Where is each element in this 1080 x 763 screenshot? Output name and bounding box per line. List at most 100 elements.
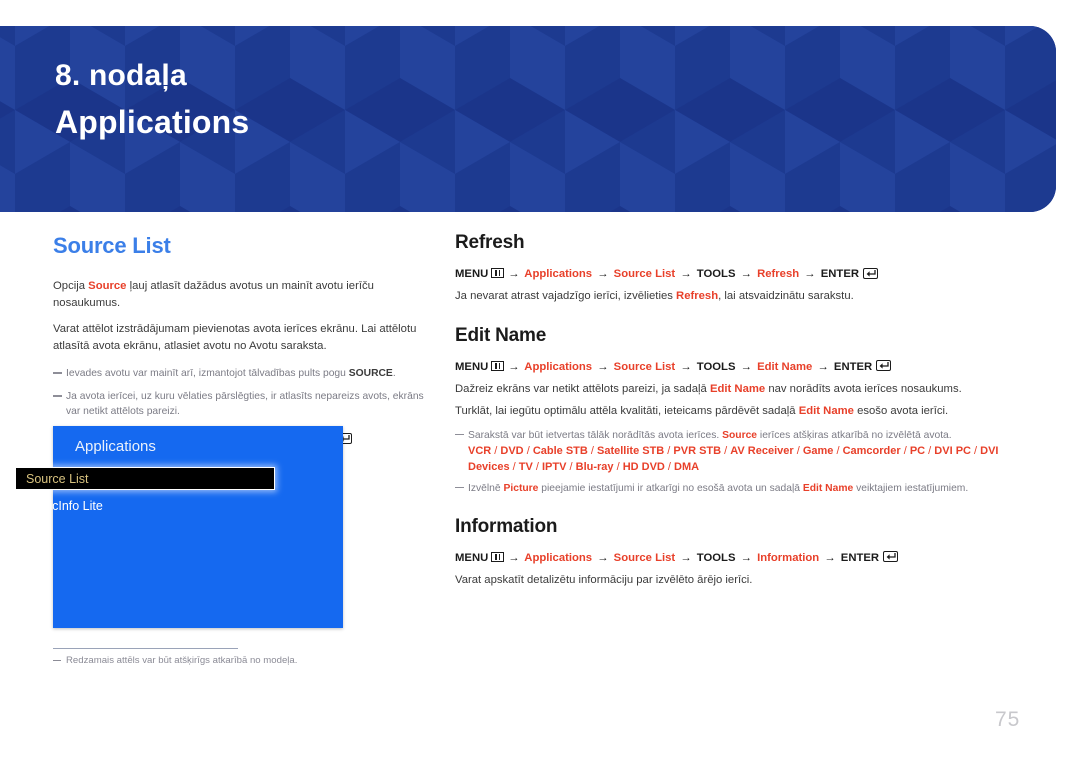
device-type: Satellite STB xyxy=(597,444,665,457)
intro-paragraph-2: Varat attēlot izstrādājumam pievienotas … xyxy=(53,323,417,352)
enter-label: ENTER xyxy=(833,360,873,373)
edit-name-note-1: Sarakstā var būt ietvertas tālāk norādīt… xyxy=(455,428,1030,443)
enter-icon xyxy=(863,267,879,279)
menu-path-item-source-list: Source List xyxy=(613,268,676,280)
refresh-body: Ja nevarat atrast vajadzīgo ierīci, izvē… xyxy=(455,288,1030,305)
menu-path-item-edit-name: Edit Name xyxy=(757,360,813,373)
menu-path-item-source-list: Source List xyxy=(613,551,676,564)
refresh-body-highlight: Refresh xyxy=(676,290,719,302)
arrow-icon: → xyxy=(597,551,609,564)
osd-preview-panel: Applications xyxy=(53,426,343,628)
edit-name-body-1-post: nav norādīts avota ierīces nosaukums. xyxy=(765,382,962,395)
refresh-body-post: , lai atsvaidzinātu sarakstu. xyxy=(718,290,854,302)
device-separator: / xyxy=(721,444,731,457)
arrow-icon: → xyxy=(680,360,692,373)
menu-path-refresh: MENU → Applications → Source List → TOOLS… xyxy=(455,266,1030,283)
device-type: AV Receiver xyxy=(730,444,794,457)
left-note-2: Ja avota ierīcei, uz kuru vēlaties pārsl… xyxy=(53,389,425,419)
device-type: Game xyxy=(802,444,834,457)
device-separator: / xyxy=(925,444,935,457)
device-separator: / xyxy=(664,460,675,473)
enter-icon xyxy=(876,360,892,371)
intro-1-pre: Opcija xyxy=(53,280,89,292)
menu-path-information: MENU → Applications → Source List → TOOLS… xyxy=(455,550,1030,567)
device-type: Blu-ray xyxy=(575,460,614,473)
device-type: DVD xyxy=(500,444,524,457)
arrow-icon: → xyxy=(804,268,816,280)
edit-name-body-1-highlight: Edit Name xyxy=(709,382,766,395)
device-separator: / xyxy=(970,444,981,457)
menu-label: MENU xyxy=(455,268,489,280)
menu-icon xyxy=(491,268,505,278)
edit-name-body-2-highlight: Edit Name xyxy=(798,405,854,417)
intro-paragraph-1: Opcija Source ļauj atlasīt dažādus avotu… xyxy=(53,278,425,311)
menu-path-item-tools: TOOLS xyxy=(696,268,736,280)
left-column: Source List Opcija Source ļauj atlasīt d… xyxy=(53,232,425,448)
menu-path-item-source-list: Source List xyxy=(613,360,676,373)
left-note-1-bold: SOURCE xyxy=(348,368,393,379)
menu-label: MENU xyxy=(455,551,489,564)
device-separator: / xyxy=(613,460,623,473)
left-note-1-post: . xyxy=(392,368,396,379)
device-type: VCR xyxy=(468,444,492,457)
banner-title-block: 8. nodaļa Applications xyxy=(55,56,249,142)
arrow-icon: → xyxy=(680,268,692,280)
edit-name-note-2-highlight-picture: Picture xyxy=(503,482,539,494)
device-separator: / xyxy=(587,444,597,457)
edit-name-body-2-post: esošo avota ierīci. xyxy=(853,405,949,417)
arrow-icon: → xyxy=(508,551,520,564)
chapter-number: 8. nodaļa xyxy=(55,59,187,92)
section-heading-edit-name: Edit Name xyxy=(455,324,547,346)
device-type: PC xyxy=(909,444,926,457)
menu-label: MENU xyxy=(455,360,489,373)
device-separator: / xyxy=(509,460,519,473)
edit-name-note-2-mid: pieejamie iestatījumi ir atkarīgi no eso… xyxy=(538,482,803,494)
intro-1-highlight: Source xyxy=(88,280,127,292)
edit-name-note-1-highlight: Source xyxy=(722,429,758,441)
edit-name-note-2: Izvēlnē Picture pieejamie iestatījumi ir… xyxy=(455,481,1030,496)
menu-path-item-refresh: Refresh xyxy=(757,268,800,280)
menu-path-item-applications: Applications xyxy=(524,551,593,564)
menu-icon xyxy=(491,360,505,371)
enter-label: ENTER xyxy=(840,551,880,564)
device-separator: / xyxy=(566,460,576,473)
device-separator: / xyxy=(900,444,910,457)
device-type-list: VCR / DVD / Cable STB / Satellite STB / … xyxy=(455,443,1030,475)
osd-panel-title: Applications xyxy=(75,438,156,455)
edit-name-note-1-pre: Sarakstā var būt ietvertas tālāk norādīt… xyxy=(468,429,723,441)
menu-path-item-applications: Applications xyxy=(524,268,593,280)
arrow-icon: → xyxy=(740,551,752,564)
menu-path-item-information: Information xyxy=(757,551,820,564)
chapter-title: Applications xyxy=(55,104,250,140)
arrow-icon: → xyxy=(740,268,752,280)
enter-icon xyxy=(883,551,899,562)
osd-item-magicinfo-lite[interactable]: MagicInfo Lite xyxy=(25,497,103,515)
page-title: Source List xyxy=(53,233,171,258)
arrow-icon: → xyxy=(824,551,836,564)
arrow-icon: → xyxy=(597,360,609,373)
device-type: DMA xyxy=(674,460,700,473)
edit-name-note-2-post: veiktajiem iestatījumiem. xyxy=(853,482,969,494)
left-note-1-pre: Ievades avotu var mainīt arī, izmantojot… xyxy=(66,368,349,379)
menu-path-item-tools: TOOLS xyxy=(696,551,736,564)
device-type: Cable STB xyxy=(532,444,588,457)
arrow-icon: → xyxy=(508,360,520,373)
edit-name-body-2-pre: Turklāt, lai iegūtu optimālu attēla kval… xyxy=(455,405,799,417)
menu-icon xyxy=(491,551,505,562)
device-type: TV xyxy=(518,460,533,473)
device-type: DVI PC xyxy=(934,444,971,457)
edit-name-note-2-pre: Izvēlnē xyxy=(468,482,504,494)
device-type: IPTV xyxy=(542,460,567,473)
device-separator: / xyxy=(523,444,533,457)
section-heading-refresh: Refresh xyxy=(455,232,525,253)
footnote-text: Redzamais attēls var būt atšķirīgs atkar… xyxy=(53,654,297,668)
osd-item-source-list[interactable]: Source List xyxy=(15,467,275,490)
arrow-icon: → xyxy=(740,360,752,373)
arrow-icon: → xyxy=(597,268,609,280)
edit-name-body-1: Dažreiz ekrāns var netikt attēlots parei… xyxy=(455,381,1030,398)
edit-name-body-1-pre: Dažreiz ekrāns var netikt attēlots parei… xyxy=(455,382,710,395)
osd-item-source-list-label: Source List xyxy=(26,472,89,486)
arrow-icon: → xyxy=(508,268,520,280)
device-separator: / xyxy=(833,444,843,457)
menu-path-edit-name: MENU → Applications → Source List → TOOLS… xyxy=(455,359,1030,376)
